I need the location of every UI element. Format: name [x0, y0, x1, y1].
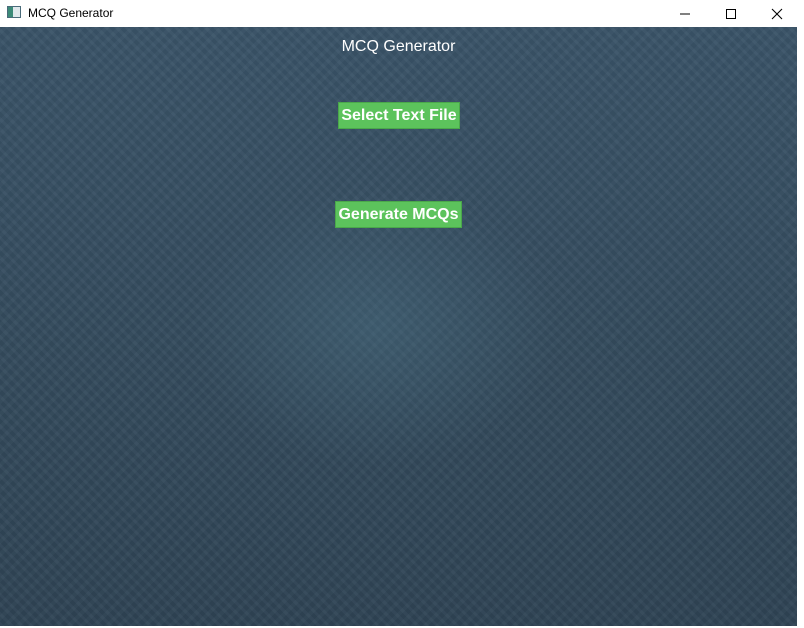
- app-window-icon: [7, 6, 21, 18]
- window-title: MCQ Generator: [28, 6, 114, 20]
- maximize-icon: [726, 8, 736, 19]
- window-border-right: [797, 27, 804, 628]
- close-button[interactable]: [754, 0, 800, 27]
- app-heading: MCQ Generator: [341, 38, 456, 55]
- main-window-content: MCQ Generator Select Text File Generate …: [0, 27, 797, 626]
- select-text-file-button[interactable]: Select Text File: [338, 102, 460, 129]
- minimize-icon: [680, 13, 690, 14]
- generate-mcqs-button[interactable]: Generate MCQs: [335, 201, 462, 228]
- minimize-button[interactable]: [662, 0, 708, 27]
- title-bar[interactable]: MCQ Generator: [0, 0, 804, 27]
- maximize-button[interactable]: [708, 0, 754, 27]
- close-icon: [771, 8, 783, 19]
